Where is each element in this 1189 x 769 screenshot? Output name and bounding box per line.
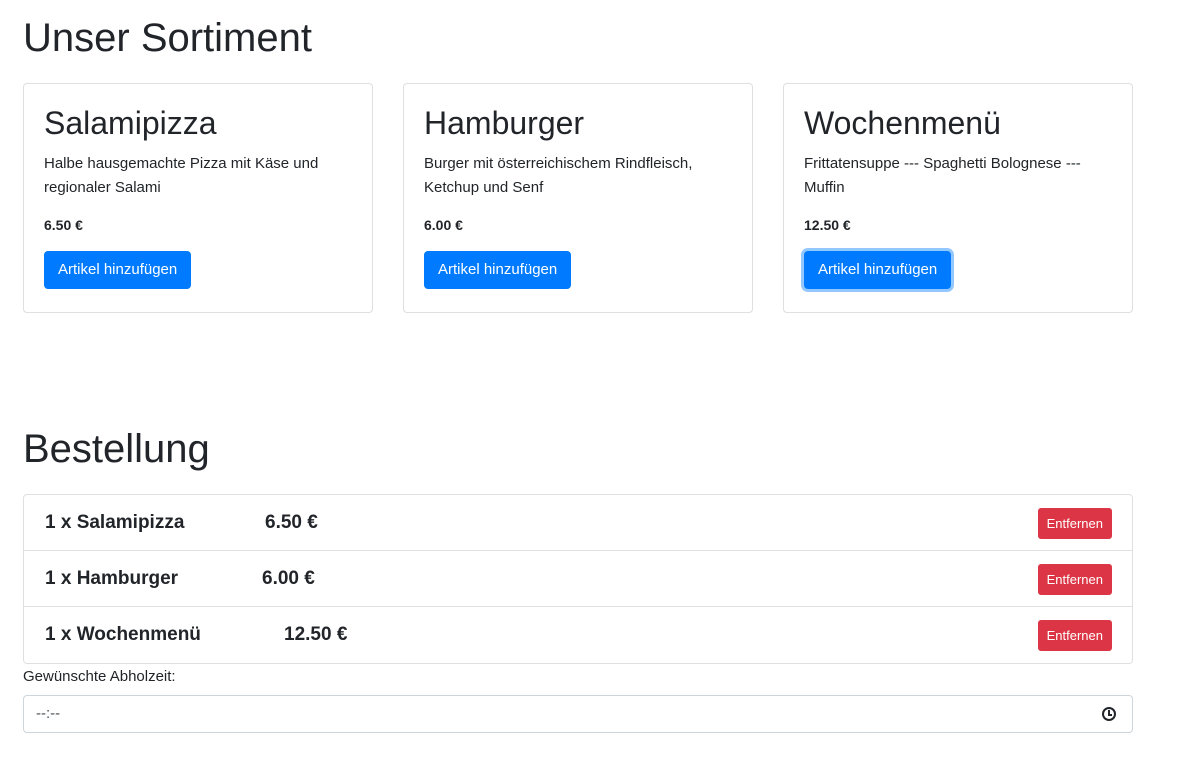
bestellung-title: Bestellung bbox=[23, 427, 210, 471]
order-list: 1 x Salamipizza 6.50 € Entfernen 1 x Ham… bbox=[23, 494, 1133, 664]
add-item-button[interactable]: Artikel hinzufügen bbox=[424, 251, 572, 290]
product-name: Wochenmenü bbox=[804, 105, 1001, 141]
pickup-time-label: Gewünschte Abholzeit: bbox=[23, 668, 176, 685]
order-item-price: 6.00 € bbox=[262, 568, 315, 589]
product-card-hamburger: Hamburger Burger mit österreichischem Ri… bbox=[403, 83, 753, 313]
add-item-button[interactable]: Artikel hinzufügen bbox=[804, 251, 952, 290]
order-item-price: 12.50 € bbox=[284, 624, 348, 645]
product-description: Frittatensuppe --- Spaghetti Bolognese -… bbox=[804, 155, 1081, 197]
product-price: 6.00 € bbox=[424, 217, 463, 234]
add-item-button[interactable]: Artikel hinzufügen bbox=[44, 251, 192, 290]
product-name: Salamipizza bbox=[44, 105, 217, 141]
pickup-time-input[interactable]: --:-- bbox=[23, 695, 1133, 733]
product-name: Hamburger bbox=[424, 105, 585, 141]
order-item: 1 x Salamipizza 6.50 € Entfernen bbox=[24, 495, 1132, 551]
product-card-wochenmenue: Wochenmenü Frittatensuppe --- Spaghetti … bbox=[783, 83, 1133, 313]
remove-button[interactable]: Entfernen bbox=[1037, 620, 1112, 651]
order-item-label: 1 x Salamipizza bbox=[45, 512, 185, 533]
remove-button[interactable]: Entfernen bbox=[1037, 508, 1112, 539]
clock-icon[interactable] bbox=[1102, 707, 1116, 721]
order-item-price: 6.50 € bbox=[265, 512, 318, 533]
order-item: 1 x Wochenmenü 12.50 € Entfernen bbox=[24, 607, 1132, 663]
sortiment-title: Unser Sortiment bbox=[23, 16, 312, 60]
product-price: 12.50 € bbox=[804, 217, 851, 234]
product-description: Burger mit österreichischem Rindfleisch,… bbox=[424, 155, 693, 197]
pickup-time-value[interactable]: --:-- bbox=[36, 696, 60, 732]
product-description: Halbe hausgemachte Pizza mit Käse und re… bbox=[44, 155, 319, 197]
order-item: 1 x Hamburger 6.00 € Entfernen bbox=[24, 551, 1132, 607]
remove-button[interactable]: Entfernen bbox=[1037, 564, 1112, 595]
order-item-label: 1 x Hamburger bbox=[45, 568, 179, 589]
product-card-salamipizza: Salamipizza Halbe hausgemachte Pizza mit… bbox=[23, 83, 373, 313]
product-price: 6.50 € bbox=[44, 217, 83, 234]
order-item-label: 1 x Wochenmenü bbox=[45, 624, 201, 645]
